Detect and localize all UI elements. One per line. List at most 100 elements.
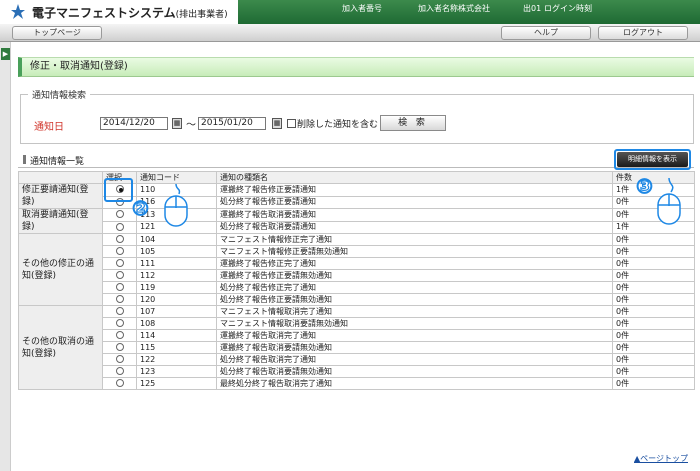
top-page-button[interactable]: トップページ (12, 26, 102, 40)
table-row[interactable]: 108 マニフェスト情報取消要請無効通知 0件 (19, 317, 695, 330)
date-from-input[interactable]: 2014/12/20 (100, 117, 168, 130)
code-cell: 112 (136, 269, 217, 282)
code-cell: 111 (136, 257, 217, 270)
select-radio[interactable] (115, 247, 124, 255)
select-cell[interactable] (102, 220, 137, 234)
count-cell: 0件 (612, 329, 695, 342)
count-cell: 0件 (612, 353, 695, 366)
table-row[interactable]: 112 運搬終了報告修正要請無効通知 0件 (19, 269, 695, 282)
table-row[interactable]: 121 処分終了報告取消要請通知 1件 (19, 220, 695, 234)
help-button[interactable]: ヘルプ (501, 26, 591, 40)
count-cell: 1件 (612, 183, 695, 197)
menu-toggle-icon[interactable]: ▶ (1, 48, 10, 60)
count-cell: 0件 (612, 317, 695, 330)
notice-table: 選択 通知コード 通知の種類名 件数 修正要請通知(登録) 110 運搬終了報告修正… (18, 171, 695, 390)
date-range-separator: 〜 (186, 120, 196, 131)
table-row[interactable]: 取消要請通知(登録) 113 運搬終了報告取消要請通知 0件 (18, 208, 695, 234)
table-row[interactable]: その他の取消の通知(登録) 107 マニフェスト情報取消完了通知 0件 (18, 305, 695, 390)
type-cell: 最終処分終了報告取消完了通知 (216, 377, 613, 390)
select-radio[interactable] (115, 271, 124, 279)
code-cell: 114 (136, 329, 217, 342)
group-label: 修正要請通知(登録) (18, 183, 103, 209)
select-cell[interactable] (102, 245, 137, 258)
header-info-bar: 加入者番号 加入者名称 株式会社 出01 ログイン時刻 (238, 0, 700, 24)
table-row[interactable]: 115 運搬終了報告取消要請無効通知 0件 (19, 341, 695, 354)
select-cell[interactable] (102, 233, 137, 246)
select-radio[interactable] (115, 343, 124, 351)
select-radio[interactable] (115, 222, 124, 231)
code-cell: 115 (136, 341, 217, 354)
count-cell: 0件 (612, 281, 695, 294)
include-deleted-checkbox[interactable] (287, 119, 296, 128)
select-cell[interactable] (102, 317, 137, 330)
group-label: 取消要請通知(登録) (18, 208, 103, 234)
select-radio[interactable] (115, 355, 124, 363)
search-button[interactable]: 検 索 (380, 115, 446, 131)
select-radio[interactable] (115, 259, 124, 267)
table-row[interactable]: 123 処分終了報告取消要請無効通知 0件 (19, 365, 695, 378)
type-cell: 運搬終了報告取消要請通知 (216, 208, 613, 222)
calendar-from-icon[interactable]: ▦ (172, 118, 182, 129)
mouse-pointer-icon-2 (657, 178, 681, 225)
page-title: 修正・取消通知(登録) (18, 57, 694, 77)
code-cell: 120 (136, 293, 217, 306)
nav-bar: トップページ ヘルプ ログアウト (0, 24, 700, 42)
type-cell: 処分終了報告修正完了通知 (216, 281, 613, 294)
count-cell: 0件 (612, 195, 695, 209)
mouse-pointer-icon (164, 184, 188, 227)
select-radio[interactable] (115, 235, 124, 243)
select-radio[interactable] (115, 331, 124, 339)
code-cell: 104 (136, 233, 217, 246)
date-to-input[interactable]: 2015/01/20 (198, 117, 266, 130)
select-radio[interactable] (115, 307, 124, 315)
count-cell: 0件 (612, 208, 695, 222)
code-cell: 105 (136, 245, 217, 258)
table-row[interactable]: 122 処分終了報告取消完了通知 0件 (19, 353, 695, 366)
type-cell: 運搬終了報告修正完了通知 (216, 257, 613, 270)
type-cell: マニフェスト情報取消要請無効通知 (216, 317, 613, 330)
selected-radio-highlight (104, 178, 133, 202)
select-radio[interactable] (115, 295, 124, 303)
login-time-label: ログイン時刻 (544, 4, 592, 13)
type-cell: マニフェスト情報修正完了通知 (216, 233, 613, 246)
type-cell: 処分終了報告取消要請無効通知 (216, 365, 613, 378)
table-row[interactable]: 105 マニフェスト情報修正要請無効通知 0件 (19, 245, 695, 258)
table-row[interactable]: 114 運搬終了報告取消完了通知 0件 (19, 329, 695, 342)
logout-button[interactable]: ログアウト (598, 26, 688, 40)
detail-button-highlight (614, 149, 691, 170)
select-radio[interactable] (115, 319, 124, 327)
table-row[interactable]: 125 最終処分終了報告取消完了通知 0件 (19, 377, 695, 390)
code-cell: 107 (136, 305, 217, 318)
select-cell[interactable] (102, 353, 137, 366)
select-cell[interactable] (102, 269, 137, 282)
table-row[interactable]: 119 処分終了報告修正完了通知 0件 (19, 281, 695, 294)
count-cell: 0件 (612, 293, 695, 306)
table-row[interactable]: 111 運搬終了報告修正完了通知 0件 (19, 257, 695, 270)
table-row[interactable]: 120 処分終了報告修正要請無効通知 0件 (19, 293, 695, 306)
count-column-header: 件数 (612, 171, 695, 184)
select-radio[interactable] (115, 379, 124, 387)
select-cell[interactable] (102, 365, 137, 378)
type-cell: 運搬終了報告修正要請通知 (216, 183, 613, 197)
table-row[interactable]: その他の修正の通知(登録) 104 マニフェスト情報修正完了通知 0件 (18, 233, 695, 306)
select-cell[interactable] (102, 341, 137, 354)
calendar-to-icon[interactable]: ▦ (272, 118, 282, 129)
count-cell: 1件 (612, 220, 695, 234)
select-cell[interactable] (102, 281, 137, 294)
select-cell[interactable] (102, 329, 137, 342)
select-cell[interactable] (102, 377, 137, 390)
code-cell: 119 (136, 281, 217, 294)
select-cell[interactable] (102, 293, 137, 306)
subscriber-name-label: 加入者名称 (418, 4, 458, 13)
count-cell: 0件 (612, 245, 695, 258)
code-cell: 123 (136, 365, 217, 378)
select-radio[interactable] (115, 367, 124, 375)
count-cell: 0件 (612, 269, 695, 282)
select-cell[interactable] (102, 257, 137, 270)
select-cell[interactable] (102, 305, 137, 318)
code-column-header: 通知コード (136, 171, 217, 184)
group-column-header (18, 171, 103, 184)
page-top-link[interactable]: ▲ページトップ (634, 453, 688, 464)
select-radio[interactable] (115, 210, 124, 219)
select-radio[interactable] (115, 283, 124, 291)
